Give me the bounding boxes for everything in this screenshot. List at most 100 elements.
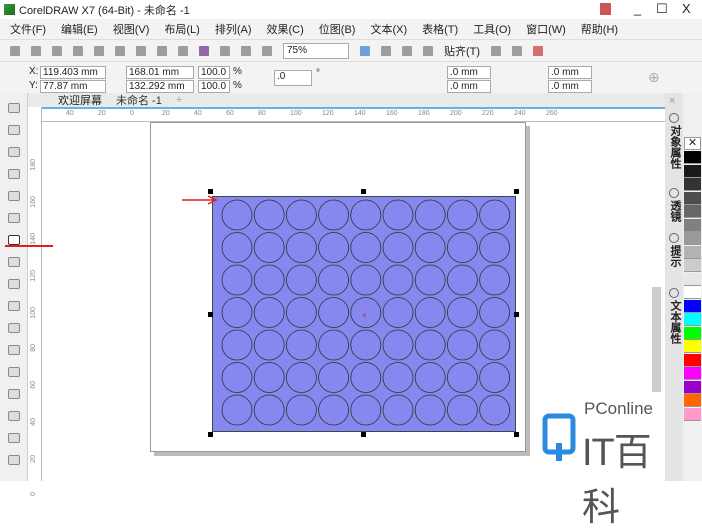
- docker-tab-label[interactable]: 透镜: [667, 200, 683, 222]
- full-screen-icon[interactable]: [360, 45, 370, 56]
- welcome-screen-icon[interactable]: [533, 45, 544, 56]
- vertical-scrollbar[interactable]: [652, 287, 661, 392]
- corner-radius-3[interactable]: .0 mm: [548, 66, 592, 79]
- no-color-swatch[interactable]: ✕: [684, 137, 701, 150]
- menu-item[interactable]: 视图(V): [113, 21, 150, 37]
- x-position-field[interactable]: 119.403 mm: [40, 66, 106, 79]
- color-swatch[interactable]: [684, 286, 701, 299]
- app-launcher-icon[interactable]: [512, 45, 523, 56]
- scale-y-field[interactable]: 100.0: [198, 80, 230, 93]
- selection-handle[interactable]: [208, 432, 213, 437]
- color-swatch[interactable]: [684, 380, 701, 394]
- options-icon[interactable]: [491, 45, 502, 56]
- open-icon[interactable]: [31, 45, 41, 56]
- table-tool-icon[interactable]: [8, 301, 20, 311]
- color-swatch[interactable]: [684, 313, 701, 326]
- new-tab-button[interactable]: +: [176, 94, 182, 106]
- dimension-tool-icon[interactable]: [8, 323, 20, 333]
- redo-icon[interactable]: [178, 45, 188, 56]
- guidelines-icon[interactable]: [423, 45, 433, 56]
- minimize-button[interactable]: _: [634, 1, 641, 16]
- menu-item[interactable]: 位图(B): [319, 21, 356, 37]
- new-icon[interactable]: [10, 45, 20, 56]
- tab-welcome[interactable]: 欢迎屏幕: [58, 92, 102, 108]
- menu-item[interactable]: 布局(L): [164, 21, 199, 37]
- menu-item[interactable]: 文件(F): [10, 21, 46, 37]
- user-avatar[interactable]: [600, 3, 611, 15]
- connector-tool-icon[interactable]: [8, 345, 20, 355]
- snap-to-dropdown[interactable]: 贴齐(T): [444, 43, 480, 59]
- color-swatch[interactable]: [684, 178, 701, 191]
- scale-x-field[interactable]: 100.0: [198, 66, 230, 79]
- crop-tool-icon[interactable]: [8, 147, 20, 157]
- grid-icon[interactable]: [402, 45, 412, 56]
- menu-item[interactable]: 效果(C): [267, 21, 304, 37]
- freehand-tool-icon[interactable]: [8, 191, 20, 201]
- ellipse-tool-icon[interactable]: [8, 257, 20, 267]
- polygon-tool-icon[interactable]: [8, 279, 20, 289]
- selection-handle[interactable]: [514, 432, 519, 437]
- rotation-field[interactable]: .0: [274, 70, 312, 86]
- drop-shadow-tool-icon[interactable]: [8, 367, 20, 377]
- hints-icon[interactable]: [669, 233, 679, 243]
- save-icon[interactable]: [52, 45, 62, 56]
- rectangle-tool-icon[interactable]: [8, 235, 20, 245]
- horizontal-ruler[interactable]: 40 20 0 20 40 60 80 100 120 140 160 180 200 220 240 260: [42, 107, 665, 122]
- color-swatch[interactable]: [684, 245, 701, 259]
- corner-radius-1[interactable]: .0 mm: [447, 66, 491, 79]
- color-swatch[interactable]: [684, 272, 701, 286]
- docker-close-icon[interactable]: ×: [669, 95, 675, 107]
- undo-icon[interactable]: [157, 45, 167, 56]
- color-swatch[interactable]: [684, 407, 701, 421]
- menu-item[interactable]: 工具(O): [473, 21, 511, 37]
- export-icon[interactable]: [241, 45, 251, 56]
- outline-tool-icon[interactable]: [8, 455, 20, 465]
- corner-radius-2[interactable]: .0 mm: [447, 80, 491, 93]
- menu-item[interactable]: 排列(A): [215, 21, 252, 37]
- selection-handle[interactable]: [514, 312, 519, 317]
- zoom-select[interactable]: 75%: [283, 42, 349, 59]
- color-swatch[interactable]: [684, 353, 701, 367]
- docker-tab-label[interactable]: 文本属性: [667, 300, 683, 344]
- print-icon[interactable]: [73, 45, 83, 56]
- menu-item[interactable]: 文本(X): [370, 21, 407, 37]
- color-swatch[interactable]: [684, 151, 701, 164]
- selection-handle[interactable]: [208, 312, 213, 317]
- pick-tool-icon[interactable]: [8, 103, 20, 113]
- color-swatch[interactable]: [684, 164, 701, 178]
- interactive-fill-tool-icon[interactable]: [8, 433, 20, 443]
- corner-radius-4[interactable]: .0 mm: [548, 80, 592, 93]
- smart-fill-tool-icon[interactable]: [8, 213, 20, 223]
- lens-icon[interactable]: [669, 188, 679, 198]
- vertical-ruler[interactable]: 180 160 140 120 100 80 60 40 20 0: [28, 107, 42, 496]
- color-swatch[interactable]: [684, 191, 701, 205]
- color-swatch[interactable]: [684, 218, 701, 232]
- selection-handle[interactable]: [361, 189, 366, 194]
- maximize-button[interactable]: ☐: [656, 1, 668, 17]
- menu-item[interactable]: 帮助(H): [581, 21, 618, 37]
- add-icon[interactable]: ⊕: [648, 69, 660, 86]
- import-icon[interactable]: [220, 45, 230, 56]
- color-swatch[interactable]: [684, 394, 701, 407]
- color-swatch[interactable]: [684, 299, 701, 313]
- transparency-tool-icon[interactable]: [8, 389, 20, 399]
- tab-document[interactable]: 未命名 -1: [116, 92, 162, 108]
- color-swatch[interactable]: [684, 205, 701, 218]
- shape-tool-icon[interactable]: [8, 125, 20, 135]
- color-eyedropper-tool-icon[interactable]: [8, 411, 20, 421]
- color-swatch[interactable]: [684, 259, 701, 272]
- cut-icon[interactable]: [94, 45, 104, 56]
- selection-handle[interactable]: [361, 432, 366, 437]
- selection-handle[interactable]: [514, 189, 519, 194]
- text-properties-icon[interactable]: [669, 288, 679, 298]
- color-swatch[interactable]: [684, 340, 701, 353]
- selected-rectangle[interactable]: ×: [212, 196, 516, 432]
- color-swatch[interactable]: [684, 326, 701, 340]
- copy-icon[interactable]: [115, 45, 125, 56]
- color-swatch[interactable]: [684, 367, 701, 380]
- menu-item[interactable]: 窗口(W): [526, 21, 566, 37]
- paste-icon[interactable]: [136, 45, 146, 56]
- close-button[interactable]: X: [682, 1, 691, 16]
- menu-item[interactable]: 编辑(E): [61, 21, 98, 37]
- search-content-icon[interactable]: [199, 45, 209, 56]
